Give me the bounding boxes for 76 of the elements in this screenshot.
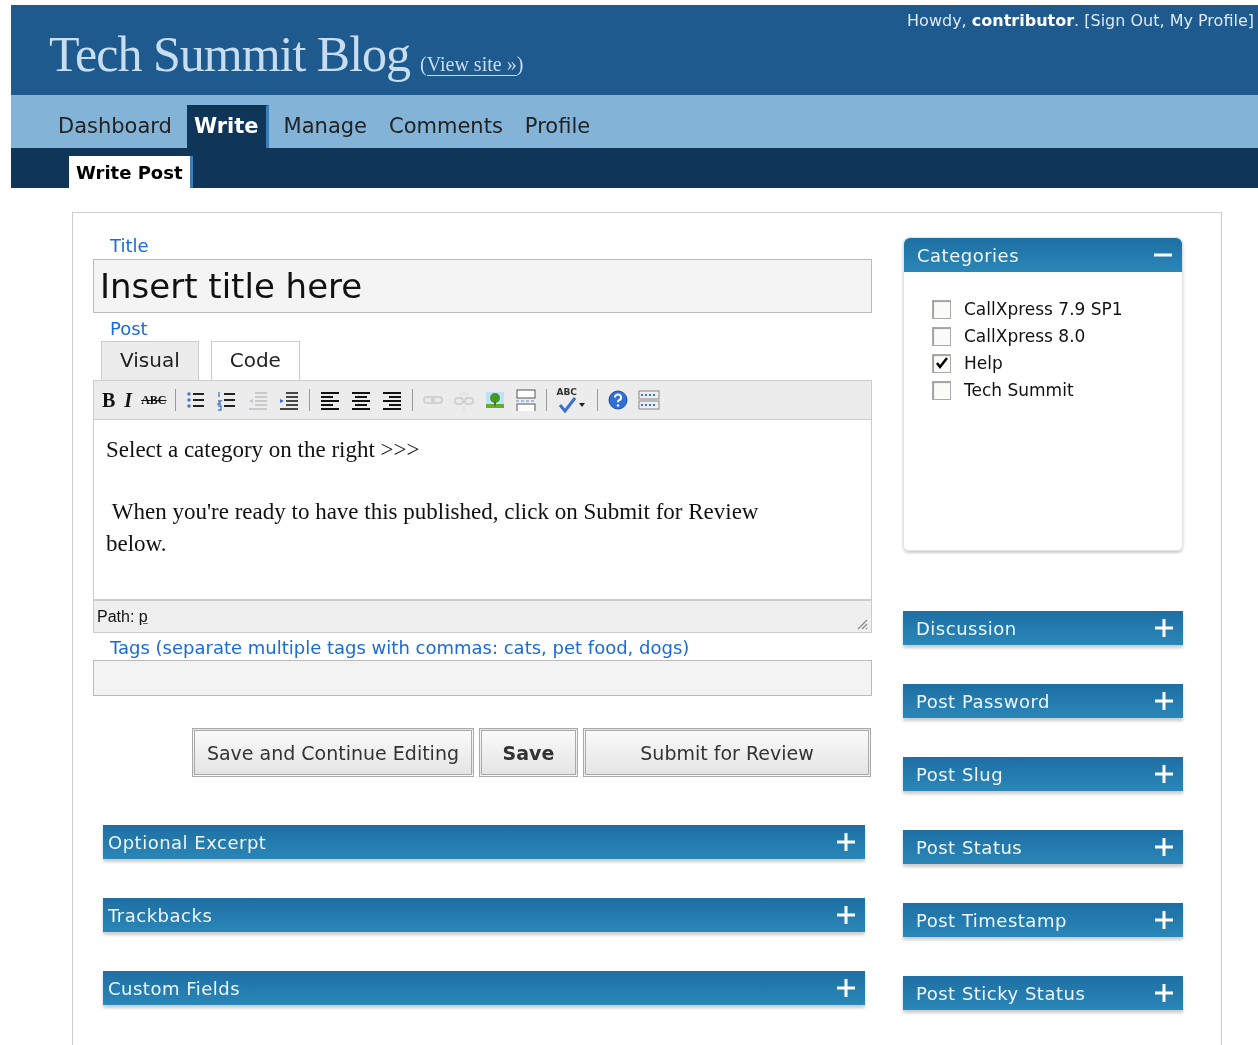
panel-header[interactable]: Post Status [903,830,1183,864]
submit-review-button[interactable]: Submit for Review [583,728,871,777]
panel-header[interactable]: Post Sticky Status [903,976,1183,1010]
save-continue-button[interactable]: Save and Continue Editing [191,728,474,777]
panel-title: Categories [917,244,1020,266]
expand-icon[interactable] [1155,984,1173,1002]
title-field[interactable]: Insert title here [93,259,872,313]
post-label: Post [109,317,149,339]
panel-title: Post Sticky Status [916,982,1086,1004]
expand-icon[interactable] [1155,911,1173,929]
checkbox[interactable] [932,299,951,319]
align-right-icon[interactable] [381,389,404,411]
resize-grip-icon[interactable] [856,618,868,630]
editor-tab[interactable]: Visual [101,341,199,380]
panel-header[interactable]: Custom Fields [103,971,865,1005]
panel-header[interactable]: Post Timestamp [903,903,1183,937]
nav-tab[interactable]: Manage [276,105,374,148]
sign-out-link[interactable]: Sign Out [1090,11,1160,30]
expand-icon[interactable] [1155,838,1173,856]
tags-label: Tags (separate multiple tags with commas: cats, pet food, dogs) [109,636,691,660]
align-center-icon[interactable] [350,389,373,411]
editor-area[interactable]: Select a category on the right >>> When you're ready to have this published, click on Submit for Review below. [93,420,872,600]
category-label: CallXpress 7.9 SP1 [964,299,1123,319]
panel-header[interactable]: Optional Excerpt [103,825,865,859]
panel-title: Custom Fields [108,977,241,999]
tags-field[interactable] [93,660,872,696]
expand-icon[interactable] [1155,765,1173,783]
panel-title: Trackbacks [108,904,213,926]
panel-header[interactable]: Post Password [903,684,1183,718]
nav-tab[interactable]: Dashboard [51,105,179,148]
spellcheck-button[interactable]: ABC [556,387,589,413]
panel-header[interactable]: Discussion [903,611,1183,645]
panel-title: Post Password [916,690,1050,712]
expand-icon[interactable] [837,833,855,851]
panel-title: Optional Excerpt [108,831,267,853]
sub-nav-tab[interactable]: Write Post [69,156,193,188]
nav-tab[interactable]: Write [186,105,269,148]
category-label: Tech Summit [964,380,1074,400]
editor-paragraph: Select a category on the right >>> [106,436,421,464]
editor-tab[interactable]: Code [210,341,300,380]
panel-header[interactable]: Trackbacks [103,898,865,932]
title-label: Title [109,234,150,258]
page-break-icon[interactable] [515,389,538,411]
panel-header[interactable]: Categories [904,238,1182,272]
category-label: CallXpress 8.0 [964,326,1086,346]
panel-header[interactable]: Post Slug [903,757,1183,791]
nav-tab[interactable]: Comments [382,105,510,148]
editor-paragraph: When you're ready to have this published, click on Submit for Review below. [106,498,760,558]
bold-button[interactable]: B [102,388,116,412]
align-left-icon[interactable] [319,389,342,411]
category-label: Help [964,353,1003,373]
kitchen-sink-icon[interactable] [638,389,661,411]
view-site-text: (View site ») [420,53,524,76]
view-site-link[interactable]: View site » [426,53,517,76]
checkbox[interactable] [932,326,951,346]
expand-icon[interactable] [1155,619,1173,637]
panel-title: Post Status [916,836,1023,858]
profile-link[interactable]: My Profile [1169,11,1248,30]
greeting-text: Howdy, contributor. [Sign Out, My Profile] [907,10,1254,30]
italic-button[interactable]: I [124,388,133,412]
checkbox[interactable] [932,380,951,400]
help-icon[interactable] [607,389,630,411]
nav-tab[interactable]: Profile [517,105,598,148]
checkbox[interactable] [932,353,951,373]
panel-title: Post Timestamp [916,909,1067,931]
blog-title: Tech Summit Blog [49,25,411,83]
path-text: Path: p [97,607,148,626]
panel-title: Post Slug [916,763,1004,785]
expand-icon[interactable] [837,979,855,997]
indent-icon[interactable] [278,389,301,411]
panel-title: Discussion [916,617,1017,639]
expand-icon[interactable] [1155,692,1173,710]
tree-picture-icon[interactable] [484,389,507,411]
expand-icon[interactable] [837,906,855,924]
strikethrough-button[interactable]: ABC [141,392,167,408]
save-button[interactable]: Save [479,728,578,777]
